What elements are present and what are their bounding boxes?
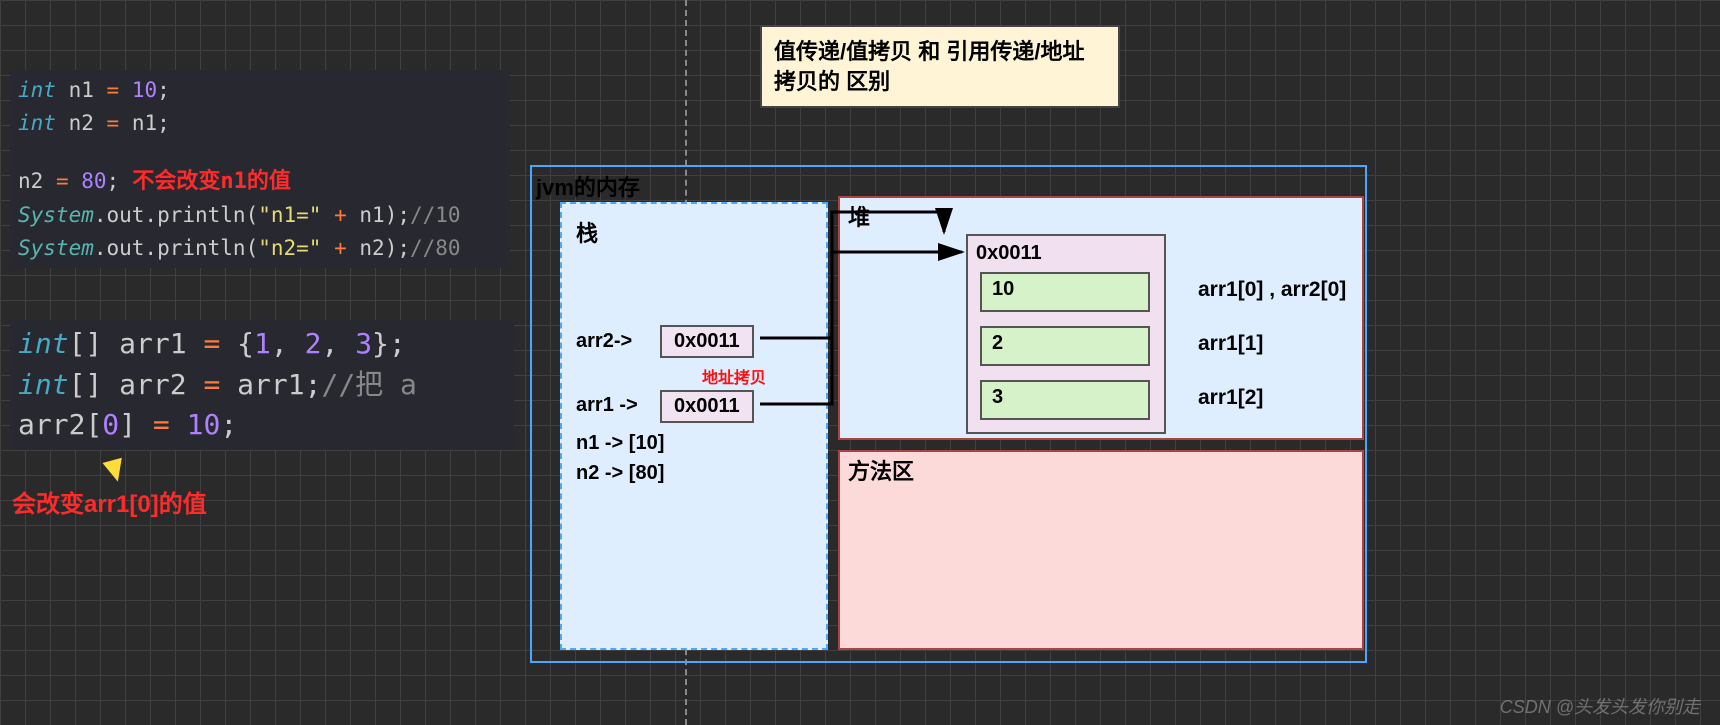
keyword-int: int <box>18 327 69 360</box>
var: arr2 <box>18 408 85 441</box>
note-will-change: 会改变arr1[0]的值 <box>12 484 207 519</box>
op: = <box>153 408 187 441</box>
watermark: CSDN @头发头发你别走 <box>1500 693 1700 719</box>
string: "n1=" <box>258 203 321 227</box>
heap-label-2: arr1[2] <box>1198 386 1263 410</box>
var: arr1; <box>237 368 321 401</box>
num: 2 <box>305 327 322 360</box>
punct: }; <box>372 327 406 360</box>
title-card: 值传递/值拷贝 和 引用传递/地址拷贝的 区别 <box>760 25 1120 108</box>
heap-cell-0: 10 <box>980 272 1150 312</box>
system: System <box>18 236 94 260</box>
code-block-ref-copy: int[] arr1 = {1, 2, 3}; int[] arr2 = arr… <box>10 320 514 450</box>
punct: , <box>271 327 305 360</box>
punct: ; <box>107 169 120 193</box>
method-area-title: 方法区 <box>848 454 914 486</box>
jvm-title: jvm的内存 <box>536 170 640 202</box>
num: 10 <box>132 78 157 102</box>
punct: { <box>237 327 254 360</box>
stack-title: 栈 <box>576 216 598 248</box>
brackets: [] <box>69 368 120 401</box>
num: 80 <box>81 169 106 193</box>
keyword-int: int <box>18 111 56 135</box>
heap-label-0: arr1[0] , arr2[0] <box>1198 278 1346 302</box>
string: "n2=" <box>258 236 321 260</box>
punct: ; <box>157 78 170 102</box>
code: .out.println( <box>94 203 258 227</box>
stack-n2: n2 -> [80] <box>576 462 664 485</box>
op: = <box>203 368 237 401</box>
stack-n1: n1 -> [10] <box>576 432 664 455</box>
var: n2 <box>18 169 56 193</box>
var: arr1 <box>119 327 203 360</box>
punct: ] <box>119 408 153 441</box>
punct: [ <box>85 408 102 441</box>
var: n1 <box>56 78 107 102</box>
punct: ); <box>385 236 410 260</box>
punct: ; <box>157 111 170 135</box>
keyword-int: int <box>18 78 56 102</box>
heap-object-address: 0x0011 <box>976 242 1042 265</box>
comment: //10 <box>410 203 461 227</box>
var: n1 <box>359 203 384 227</box>
op: = <box>56 169 81 193</box>
comment: //80 <box>410 236 461 260</box>
var: n2 <box>359 236 384 260</box>
op: = <box>107 111 132 135</box>
var: n2 <box>56 111 107 135</box>
punct: , <box>321 327 355 360</box>
var: arr2 <box>119 368 203 401</box>
op: = <box>203 327 237 360</box>
heap-label-1: arr1[1] <box>1198 332 1263 356</box>
num: 1 <box>254 327 271 360</box>
address-copy-note: 地址拷贝 <box>702 364 766 388</box>
stack-arr1-label: arr1 -> <box>576 394 638 417</box>
keyword-int: int <box>18 368 69 401</box>
op: + <box>321 236 359 260</box>
stack-arr2-label: arr2-> <box>576 330 632 353</box>
punct: ); <box>385 203 410 227</box>
code: .out.println( <box>94 236 258 260</box>
comment: //把 a <box>321 368 416 401</box>
system: System <box>18 203 94 227</box>
heap-title: 堆 <box>848 200 870 232</box>
heap-cell-1: 2 <box>980 326 1150 366</box>
num: 0 <box>102 408 119 441</box>
op: = <box>107 78 132 102</box>
var: n1 <box>132 111 157 135</box>
op: + <box>321 203 359 227</box>
note-no-change: 不会改变n1的值 <box>119 169 291 194</box>
num: 3 <box>355 327 372 360</box>
heap-cell-2: 3 <box>980 380 1150 420</box>
brackets: [] <box>69 327 120 360</box>
num: 10 <box>187 408 221 441</box>
punct: ; <box>220 408 237 441</box>
stack-box <box>560 202 828 650</box>
code-block-value-copy: int n1 = 10; int n2 = n1; n2 = 80; 不会改变n… <box>10 70 510 268</box>
stack-arr2-value: 0x0011 <box>660 325 754 358</box>
method-area-box <box>838 450 1364 650</box>
stack-arr1-value: 0x0011 <box>660 390 754 423</box>
